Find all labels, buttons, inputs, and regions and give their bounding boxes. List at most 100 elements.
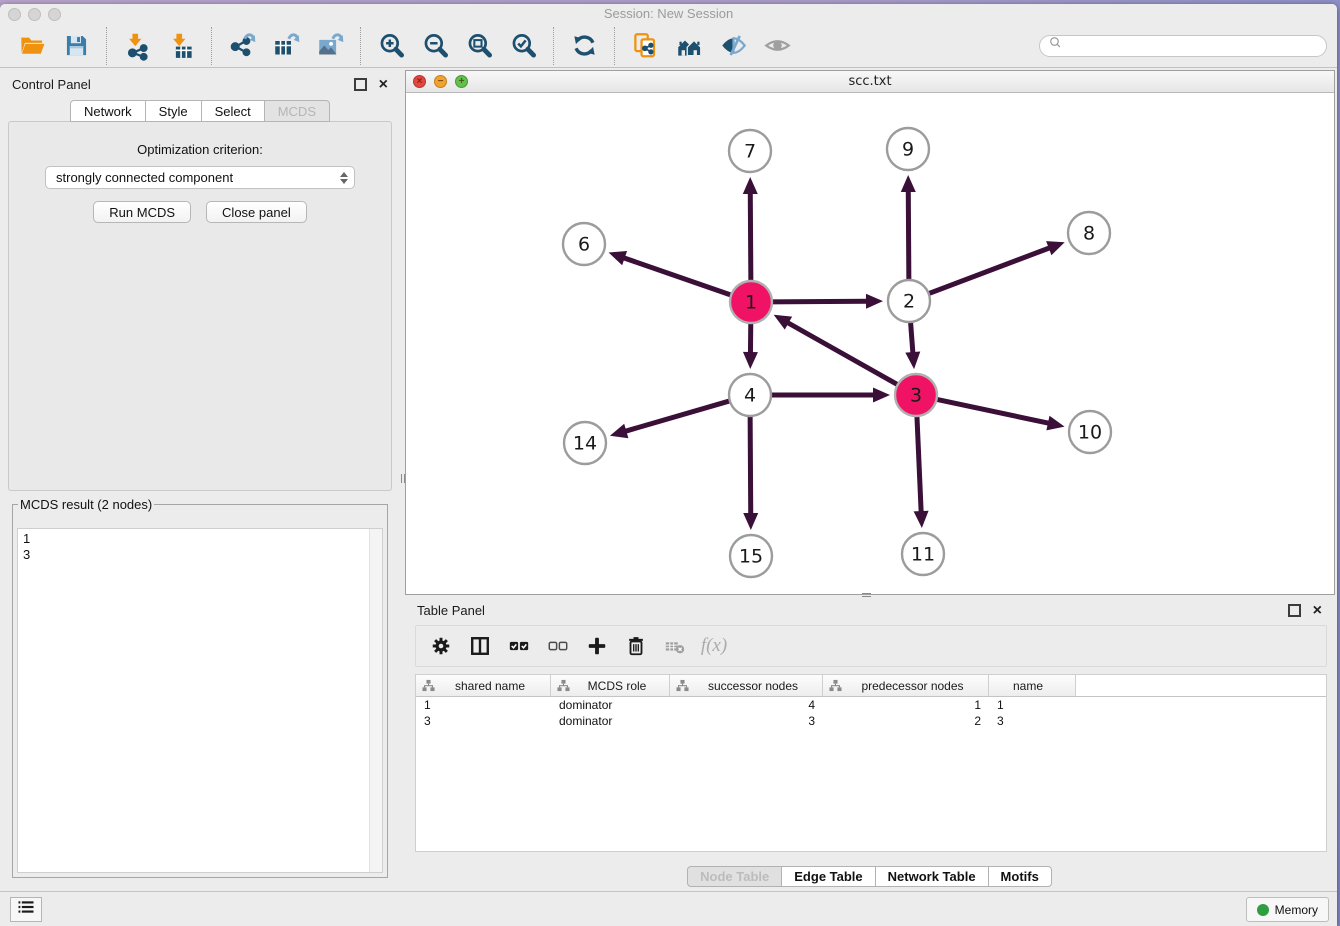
- svg-text:11: 11: [911, 544, 935, 566]
- select-all-icon[interactable]: [506, 633, 532, 659]
- column-header-shared-name[interactable]: shared name: [416, 675, 551, 696]
- import-network-icon[interactable]: [120, 28, 154, 64]
- graph-edge-4-3[interactable]: [769, 388, 890, 403]
- column-header-name[interactable]: name: [989, 675, 1076, 696]
- graph-node-11[interactable]: 11: [902, 533, 944, 575]
- graph-edge-2-8[interactable]: [927, 241, 1065, 294]
- graph-edge-1-6[interactable]: [609, 251, 733, 296]
- close-panel-icon[interactable]: ×: [379, 79, 388, 91]
- graph-edge-4-15[interactable]: [743, 414, 758, 530]
- control-panel-tabs: NetworkStyleSelectMCDS: [0, 100, 400, 122]
- app-window: Session: New Session Control Panel × Net…: [0, 4, 1337, 926]
- mcds-result-list[interactable]: 1 3: [18, 529, 369, 872]
- open-folder-icon[interactable]: [15, 28, 49, 64]
- graph-node-14[interactable]: 14: [564, 422, 606, 464]
- graph-node-7[interactable]: 7: [729, 130, 771, 172]
- zoom-in-icon[interactable]: [374, 28, 408, 64]
- minimize-window-button[interactable]: [28, 8, 41, 21]
- graph-edge-1-7[interactable]: [743, 177, 758, 283]
- graph-edge-1-4[interactable]: [743, 321, 758, 369]
- deselect-all-icon[interactable]: [545, 633, 571, 659]
- search-input[interactable]: [1065, 38, 1319, 54]
- float-panel-icon[interactable]: [354, 78, 367, 91]
- table-cell: 1: [416, 698, 551, 712]
- graph-node-10[interactable]: 10: [1069, 411, 1111, 453]
- mcds-panel: Optimization criterion: strongly connect…: [8, 121, 392, 491]
- task-history-button[interactable]: [10, 897, 42, 922]
- search-box[interactable]: [1039, 35, 1327, 57]
- float-table-panel-icon[interactable]: [1288, 604, 1301, 617]
- close-table-panel-icon[interactable]: ×: [1313, 605, 1322, 617]
- tab-mcds[interactable]: MCDS: [264, 100, 330, 122]
- tab-style[interactable]: Style: [145, 100, 202, 122]
- run-mcds-button[interactable]: Run MCDS: [93, 201, 191, 223]
- maximize-view-button[interactable]: +: [455, 75, 468, 88]
- tab-motifs[interactable]: Motifs: [988, 866, 1052, 887]
- export-image-icon[interactable]: [313, 28, 347, 64]
- memory-button[interactable]: Memory: [1246, 897, 1329, 922]
- export-table-icon[interactable]: [269, 28, 303, 64]
- table-toolbar: f(x): [415, 625, 1327, 667]
- graph-node-15[interactable]: 15: [730, 535, 772, 577]
- trash-icon[interactable]: [623, 633, 649, 659]
- graph-edge-3-1[interactable]: [774, 315, 900, 386]
- clone-network-icon[interactable]: [628, 28, 662, 64]
- table-row[interactable]: 1dominator411: [416, 697, 1326, 713]
- delete-table-icon[interactable]: [662, 633, 688, 659]
- graph-node-9[interactable]: 9: [887, 128, 929, 170]
- network-canvas[interactable]: 7 9 6 8 1 2 4 3 14 10 15 11: [406, 93, 1334, 594]
- gear-icon[interactable]: [428, 633, 454, 659]
- graph-edge-3-10[interactable]: [935, 399, 1065, 430]
- graph-edge-2-3[interactable]: [905, 320, 920, 369]
- tab-network-table[interactable]: Network Table: [875, 866, 989, 887]
- tab-edge-table[interactable]: Edge Table: [781, 866, 875, 887]
- tab-node-table[interactable]: Node Table: [687, 866, 782, 887]
- close-window-button[interactable]: [8, 8, 21, 21]
- svg-text:14: 14: [573, 433, 597, 455]
- graph-edge-3-11[interactable]: [914, 414, 929, 528]
- hierarchy-icon: [422, 679, 435, 692]
- toggle-visibility-icon[interactable]: [716, 28, 750, 64]
- home-views-icon[interactable]: [672, 28, 706, 64]
- import-table-icon[interactable]: [164, 28, 198, 64]
- graph-node-1[interactable]: 1: [730, 281, 772, 323]
- svg-text:7: 7: [744, 141, 756, 163]
- function-icon[interactable]: f(x): [701, 633, 727, 659]
- zoom-window-button[interactable]: [48, 8, 61, 21]
- columns-icon[interactable]: [467, 633, 493, 659]
- refresh-layout-icon[interactable]: [567, 28, 601, 64]
- table-row[interactable]: 3dominator323: [416, 713, 1326, 729]
- add-icon[interactable]: [584, 633, 610, 659]
- graph-edge-4-14[interactable]: [610, 400, 732, 438]
- network-graph[interactable]: 7 9 6 8 1 2 4 3 14 10 15 11: [406, 93, 1334, 594]
- toolbar-separator: [360, 27, 361, 65]
- network-window-titlebar[interactable]: × − + scc.txt: [406, 71, 1334, 93]
- optimization-dropdown[interactable]: strongly connected component: [45, 166, 355, 189]
- graph-node-8[interactable]: 8: [1068, 212, 1110, 254]
- tab-select[interactable]: Select: [201, 100, 265, 122]
- window-titlebar[interactable]: Session: New Session: [0, 4, 1337, 24]
- graph-node-3[interactable]: 3: [895, 374, 937, 416]
- eye-disabled-icon[interactable]: [760, 28, 794, 64]
- table-panel: Table Panel × f(x) shared nameMCDS roles…: [405, 595, 1334, 892]
- graph-node-2[interactable]: 2: [888, 280, 930, 322]
- graph-node-6[interactable]: 6: [563, 223, 605, 265]
- graph-edge-2-9[interactable]: [901, 175, 916, 282]
- close-panel-button[interactable]: Close panel: [206, 201, 307, 223]
- save-session-icon[interactable]: [59, 28, 93, 64]
- column-header-predecessor-nodes[interactable]: predecessor nodes: [823, 675, 989, 696]
- tab-network[interactable]: Network: [70, 100, 146, 122]
- graph-edge-1-2[interactable]: [770, 294, 883, 309]
- minimize-view-button[interactable]: −: [434, 75, 447, 88]
- graph-node-4[interactable]: 4: [729, 374, 771, 416]
- zoom-fit-icon[interactable]: [462, 28, 496, 64]
- result-scrollbar[interactable]: [369, 529, 382, 872]
- main-area: Control Panel × NetworkStyleSelectMCDS O…: [0, 69, 1337, 892]
- zoom-out-icon[interactable]: [418, 28, 452, 64]
- zoom-selected-icon[interactable]: [506, 28, 540, 64]
- close-view-button[interactable]: ×: [413, 75, 426, 88]
- export-network-icon[interactable]: [225, 28, 259, 64]
- column-header-successor-nodes[interactable]: successor nodes: [670, 675, 823, 696]
- divider-grip-icon[interactable]: [862, 593, 871, 597]
- column-header-MCDS-role[interactable]: MCDS role: [551, 675, 670, 696]
